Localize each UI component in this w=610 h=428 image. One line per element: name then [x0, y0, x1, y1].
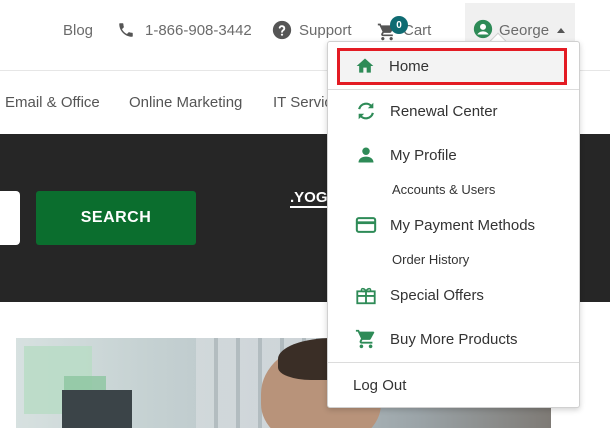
domain-search-input[interactable] [0, 191, 20, 245]
caret-up-icon [557, 28, 566, 33]
menu-item-label: My Profile [390, 146, 457, 164]
menu-item-label: Home [389, 57, 430, 75]
menu-item-my-profile[interactable]: My Profile [328, 144, 579, 166]
menu-subitem-order-history[interactable]: Order History [392, 252, 469, 267]
phone-icon [117, 21, 135, 39]
nav-item-email-office[interactable]: Email & Office [5, 94, 100, 111]
support-label: Support [299, 21, 352, 39]
phone-number: 1-866-908-3442 [145, 21, 252, 39]
menu-item-renewal-center[interactable]: Renewal Center [328, 100, 579, 122]
menu-item-home-overlay[interactable]: Home [327, 55, 578, 77]
cart-icon: 0 [377, 16, 408, 41]
nav-item-it-services[interactable]: IT Servic [273, 94, 332, 111]
photo-laptop [62, 390, 132, 428]
menu-item-label: Special Offers [390, 286, 484, 304]
menu-item-buy-more-products[interactable]: Buy More Products [328, 328, 579, 350]
home-icon [353, 54, 377, 78]
cart-link[interactable]: 0 Cart [377, 16, 431, 42]
menu-item-label: Renewal Center [390, 102, 498, 120]
menu-item-label: Buy More Products [390, 330, 518, 348]
menu-item-payment-methods[interactable]: My Payment Methods [328, 214, 579, 236]
menu-item-log-out[interactable]: Log Out [328, 374, 579, 396]
menu-divider [328, 89, 579, 90]
person-icon [354, 143, 378, 167]
renew-icon [354, 99, 378, 123]
blog-link[interactable]: Blog [63, 18, 93, 42]
account-name: George [499, 22, 550, 39]
page: Blog 1-866-908-3442 Support 0 Cart Georg… [0, 0, 610, 428]
menu-item-label: Log Out [353, 376, 407, 394]
menu-subitem-accounts-users[interactable]: Accounts & Users [392, 182, 495, 197]
gift-icon [354, 283, 378, 307]
cart-icon [354, 327, 378, 351]
account-dropdown-menu: Home Renewal Center My Profile Accounts … [327, 41, 580, 408]
support-link[interactable]: Support [272, 18, 352, 42]
nav-item-online-marketing[interactable]: Online Marketing [129, 94, 242, 111]
help-circle-icon [272, 20, 292, 40]
credit-card-icon [354, 213, 378, 237]
blog-label: Blog [63, 21, 94, 39]
cart-count-badge: 0 [390, 16, 408, 34]
menu-item-label: My Payment Methods [390, 216, 536, 234]
phone-link[interactable]: 1-866-908-3442 [117, 18, 252, 42]
menu-item-special-offers[interactable]: Special Offers [328, 284, 579, 306]
tld-link[interactable]: .YOG [290, 190, 328, 208]
search-button[interactable]: SEARCH [36, 191, 196, 245]
menu-divider [328, 362, 579, 363]
